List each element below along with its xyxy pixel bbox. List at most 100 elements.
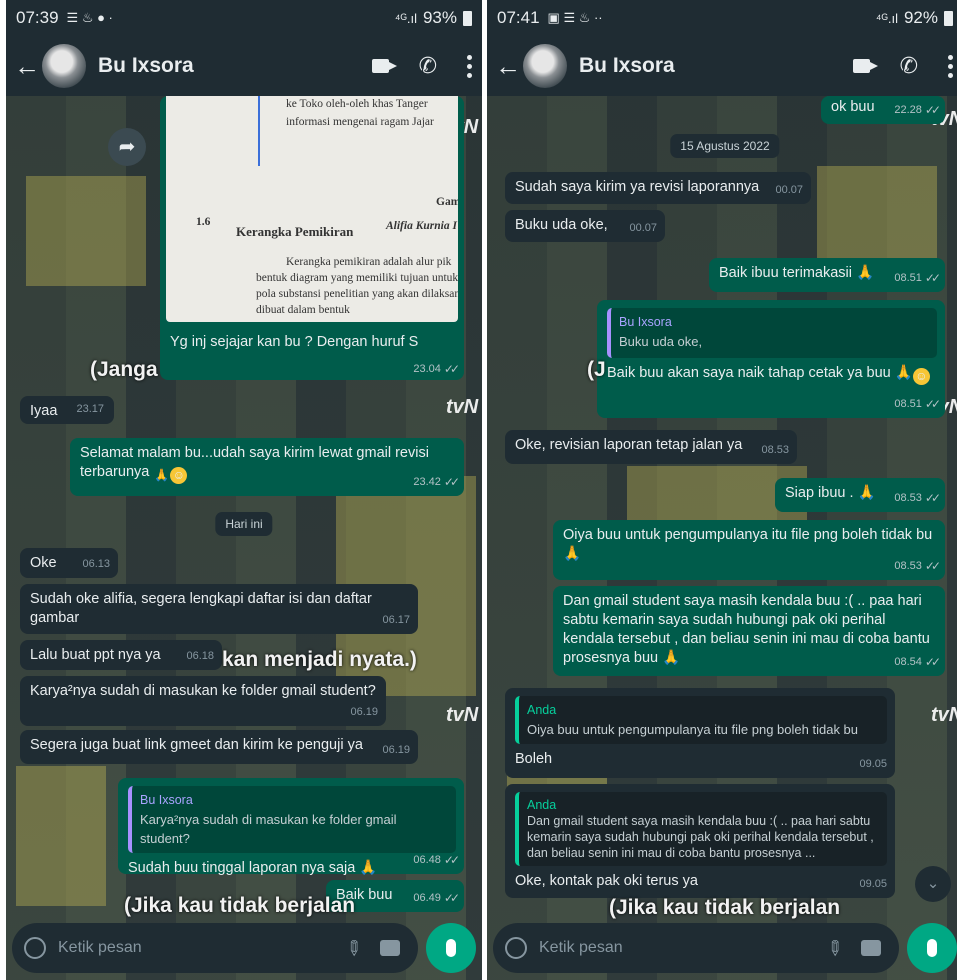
quoted-author: Bu Ixsora: [140, 793, 193, 807]
smile-emoji-icon: ☺: [912, 368, 930, 385]
phone-call-icon[interactable]: ✆: [419, 53, 437, 79]
message-input[interactable]: Ketik pesan ✎: [12, 923, 418, 973]
back-arrow-icon[interactable]: ←: [495, 51, 521, 82]
message-incoming[interactable]: Karya²nya sudah di masukan ke folder gma…: [20, 676, 386, 726]
message-text: Selamat malam bu...udah saya kirim lewat…: [80, 445, 429, 480]
notification-icons: ▣ ☰ ♨ ··: [547, 10, 603, 25]
message-list[interactable]: tvN tvN tvN ➦ ke Toko oleh-oleh khas Tan…: [6, 96, 482, 980]
photo-text: informasi mengenai ragam Jajar: [286, 116, 434, 128]
contact-name[interactable]: Bu Ixsora: [98, 54, 194, 78]
image-caption: Yg inj sejajar kan bu ? Dengan huruf S: [170, 334, 419, 350]
attach-icon[interactable]: ✎: [820, 933, 850, 963]
emoji-icon[interactable]: [505, 937, 527, 959]
message-time: 08.53: [761, 444, 789, 456]
contact-name[interactable]: Bu Ixsora: [579, 54, 675, 78]
battery-icon: [944, 10, 953, 26]
message-outgoing[interactable]: Baik ibuu terimakasii 🙏 08.51 ✓✓: [709, 258, 945, 292]
input-placeholder: Ketik pesan: [539, 939, 623, 956]
quoted-message[interactable]: Bu Ixsora Buku uda oke,: [607, 308, 937, 358]
avatar[interactable]: [523, 44, 567, 88]
document-photo: ke Toko oleh-oleh khas Tanger informasi …: [166, 96, 458, 322]
mic-button[interactable]: [426, 923, 476, 973]
message-outgoing[interactable]: ok buu 22.28 ✓✓: [821, 96, 945, 124]
message-incoming[interactable]: Iyaa 23.17: [20, 396, 114, 424]
message-incoming-reply[interactable]: Anda Dan gmail student saya masih kendal…: [505, 784, 895, 898]
status-bar: 07:39 ☰ ♨ ● · ⁴ᴳ.ıl 93%: [6, 0, 482, 36]
message-input[interactable]: Ketik pesan ✎: [493, 923, 899, 973]
more-options-icon[interactable]: [467, 54, 472, 78]
background-note: [26, 176, 146, 286]
forward-icon[interactable]: ➦: [108, 128, 146, 166]
mic-button[interactable]: [907, 923, 957, 973]
message-incoming[interactable]: Lalu buat ppt nya ya 06.18: [20, 640, 222, 670]
message-time: 06.48 ✓✓: [413, 853, 460, 867]
message-text: Boleh: [515, 751, 553, 767]
background-note: [16, 766, 106, 906]
message-text: Oke, revisian laporan tetap jalan ya: [515, 437, 743, 453]
photo-text: Alifia Kurnia I: [386, 220, 457, 232]
message-text: ok buu: [831, 99, 875, 115]
message-text: Sudah saya kirim ya revisi laporannya: [515, 179, 760, 195]
message-incoming[interactable]: Sudah oke alifia, segera lengkapi daftar…: [20, 584, 418, 634]
message-outgoing[interactable]: Selamat malam bu...udah saya kirim lewat…: [70, 438, 464, 496]
mic-icon: [927, 939, 937, 957]
message-outgoing-reply[interactable]: Bu Ixsora Karya²nya sudah di masukan ke …: [118, 778, 464, 876]
attach-icon[interactable]: ✎: [339, 933, 369, 963]
phone-call-icon[interactable]: ✆: [900, 53, 918, 79]
image-message[interactable]: ke Toko oleh-oleh khas Tanger informasi …: [160, 96, 464, 380]
pray-emoji-icon: 🙏: [662, 650, 681, 666]
photo-text: pola substansi penelitian yang akan dila…: [256, 288, 458, 300]
pray-emoji-icon: 🙏: [154, 468, 170, 482]
quoted-message[interactable]: Anda Dan gmail student saya masih kendal…: [515, 792, 887, 866]
message-text: Oke, kontak pak oki terus ya: [515, 873, 698, 889]
message-incoming[interactable]: Segera juga buat link gmeet dan kirim ke…: [20, 730, 418, 764]
message-outgoing-reply[interactable]: Bu Ixsora Buku uda oke, Baik buu akan sa…: [597, 300, 945, 418]
video-call-icon[interactable]: [371, 59, 397, 73]
avatar[interactable]: [42, 44, 86, 88]
scroll-down-button[interactable]: ⌄: [915, 866, 951, 902]
message-outgoing[interactable]: Siap ibuu . 🙏 08.53 ✓✓: [775, 478, 945, 512]
message-text: Baik ibuu terimakasii: [719, 265, 852, 281]
chat-header: ← Bu Ixsora ✆: [6, 36, 482, 96]
message-incoming[interactable]: Oke, revisian laporan tetap jalan ya 08.…: [505, 430, 797, 464]
message-time: 00.07: [775, 184, 803, 196]
quoted-message[interactable]: Bu Ixsora Karya²nya sudah di masukan ke …: [128, 786, 456, 853]
back-arrow-icon[interactable]: ←: [14, 51, 40, 82]
message-text: Dan gmail student saya masih kendala buu…: [563, 593, 930, 666]
video-call-icon[interactable]: [852, 59, 878, 73]
camera-icon[interactable]: [861, 940, 881, 956]
pray-emoji-icon: 🙏: [856, 265, 875, 281]
message-time: 23.42 ✓✓: [413, 475, 460, 489]
message-outgoing[interactable]: Dan gmail student saya masih kendala buu…: [553, 586, 945, 676]
chat-header: ← Bu Ixsora ✆: [487, 36, 957, 96]
message-text: Iyaa: [30, 403, 58, 419]
quoted-text: Oiya buu untuk pengumpulanya itu file pn…: [527, 722, 859, 737]
subtitle-overlay: (J: [587, 358, 606, 381]
message-time: 06.17: [382, 614, 410, 626]
message-list[interactable]: tvN tvN tvN ok buu 22.28✓✓ 15 Agustus 20…: [487, 96, 957, 980]
quoted-message[interactable]: Anda Oiya buu untuk pengumpulanya itu fi…: [515, 696, 887, 744]
status-bar: 07:41 ▣ ☰ ♨ ·· ⁴ᴳ.ıl 92%: [487, 0, 957, 36]
message-text: Siap ibuu .: [785, 485, 854, 501]
photo-text: Kerangka Pemikiran: [236, 224, 354, 239]
more-options-icon[interactable]: [948, 54, 953, 78]
background-note: [817, 166, 937, 266]
composer: Ketik pesan ✎: [487, 916, 957, 980]
message-time: 08.54 ✓✓: [894, 655, 941, 669]
emoji-icon[interactable]: [24, 937, 46, 959]
message-incoming[interactable]: Oke 06.13: [20, 548, 118, 578]
subtitle-overlay: (Jika kau tidak berjalan: [124, 894, 356, 917]
photo-text: ke Toko oleh-oleh khas Tanger: [286, 98, 428, 110]
photo-text: bentuk diagram yang memiliki tujuan untu…: [256, 272, 458, 284]
message-incoming[interactable]: Buku uda oke, 00.07: [505, 210, 665, 242]
message-outgoing[interactable]: Oiya buu untuk pengumpulanya itu file pn…: [553, 520, 945, 580]
quoted-author: Bu Ixsora: [619, 315, 672, 329]
message-time: 23.17: [76, 403, 104, 415]
pray-emoji-icon: 🙏: [857, 485, 876, 501]
signal-icon: ⁴ᴳ.ıl: [394, 10, 417, 26]
message-text: Buku uda oke,: [515, 217, 608, 233]
message-time: 06.49 ✓✓: [413, 891, 460, 905]
message-incoming-reply[interactable]: Anda Oiya buu untuk pengumpulanya itu fi…: [505, 688, 895, 778]
message-incoming[interactable]: Sudah saya kirim ya revisi laporannya 00…: [505, 172, 811, 204]
camera-icon[interactable]: [380, 940, 400, 956]
